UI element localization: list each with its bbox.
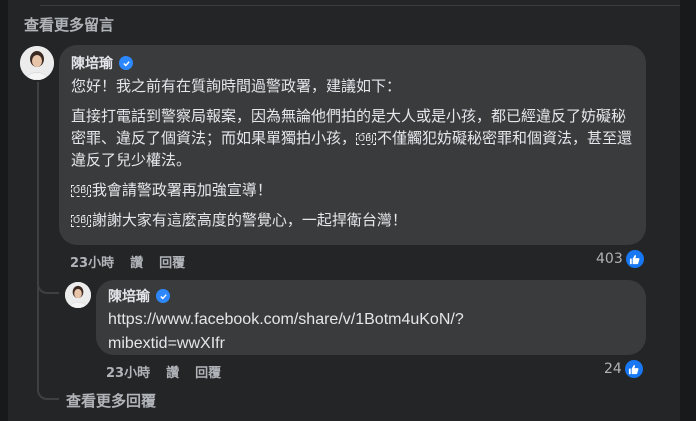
thumbs-up-icon [625,250,644,268]
comment-actions: 23小時 讚 回覆 [70,252,185,271]
comment-greeting: 您好！我之前有在質詢時間過警政署，建議如下： [71,77,402,95]
reaction-count[interactable]: 403 [596,250,644,268]
view-more-comments-link[interactable]: 查看更多留言 [24,14,114,35]
avatar[interactable] [20,46,54,80]
divider [40,0,680,6]
thread-connector [37,280,59,294]
reply-timestamp[interactable]: 23小時 [106,362,150,381]
reaction-count-value: 403 [596,251,623,267]
reply-link-text[interactable]: mibextid=wwXIfr [108,332,634,356]
comment-author[interactable]: 陳培瑜 [71,53,634,73]
reply-button[interactable]: 回覆 [195,362,221,381]
comment-paragraph: OBJ 我會請警政署再加強宣導！ [71,179,634,201]
like-button[interactable]: 讚 [166,362,179,381]
author-name[interactable]: 陳培瑜 [108,286,150,306]
verified-badge-icon [156,289,170,303]
comment-text: 謝謝大家有這麼高度的警覺心，一起捍衛台灣！ [91,211,407,229]
reply-author[interactable]: 陳培瑜 [108,286,634,306]
reaction-count-value: 24 [604,361,622,377]
view-more-replies-link[interactable]: 查看更多回覆 [66,390,156,411]
reply-actions: 23小時 讚 回覆 [106,362,221,381]
object-replacement-glyph: OBJ [71,215,91,227]
reply-link[interactable]: https://www.facebook.com/share/v/1Botm4u… [108,308,634,356]
author-name[interactable]: 陳培瑜 [71,53,113,73]
reply-link-text[interactable]: https://www.facebook.com/share/v/1Botm4u… [108,308,634,332]
thread-connector [37,388,59,400]
comment-text: 我會請警政署再加強宣導！ [91,181,272,199]
object-replacement-glyph: OBJ [356,133,376,145]
like-button[interactable]: 讚 [130,252,143,271]
comment-paragraph: OBJ 謝謝大家有這麼高度的警覺心，一起捍衛台灣！ [71,209,634,231]
reply-bubble: 陳培瑜 https://www.facebook.com/share/v/1Bo… [96,280,646,355]
reply-button[interactable]: 回覆 [159,252,185,271]
profile-photo-icon [20,46,54,80]
object-replacement-glyph: OBJ [71,185,91,197]
comment-bubble: 陳培瑜 您好！我之前有在質詢時間過警政署，建議如下： 直接打電話到警察局報案，因… [59,45,646,245]
comment-timestamp[interactable]: 23小時 [70,252,114,271]
comment-paragraph: 直接打電話到警察局報案，因為無論他們拍的是大人或是小孩，都已經違反了妨礙秘密罪、… [71,105,634,171]
thread-line [37,82,39,388]
thumbs-up-icon [624,360,643,378]
profile-photo-icon [65,282,91,308]
avatar[interactable] [65,282,91,308]
reaction-count[interactable]: 24 [604,360,643,378]
verified-badge-icon [119,56,133,70]
